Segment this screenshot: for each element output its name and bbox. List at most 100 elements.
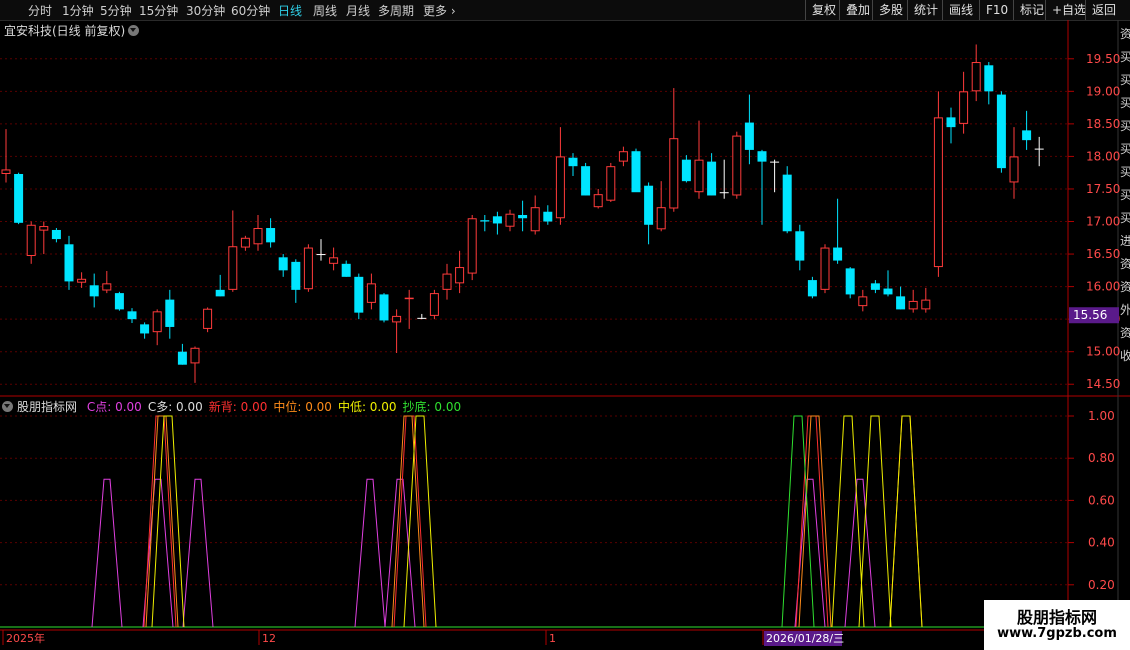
indicator-axis-label: 0.20 <box>1088 578 1115 592</box>
toolbar-button-0[interactable]: 复权 <box>805 0 836 20</box>
indicator-dropdown-icon[interactable] <box>2 401 13 412</box>
candle-body <box>1034 148 1044 150</box>
candle-body <box>644 185 654 225</box>
indicator-line-中低 <box>831 415 865 628</box>
candle-body <box>530 207 540 232</box>
candle-body <box>959 91 969 124</box>
candle-body <box>291 261 301 290</box>
period-tab-7[interactable]: 周线 <box>313 2 337 19</box>
candle-body <box>543 211 553 222</box>
indicator-value-1: C多: 0.00 <box>147 400 203 414</box>
candle-body <box>253 228 263 245</box>
dropdown-circle-icon[interactable] <box>128 25 140 36</box>
right-strip-char: 买 <box>1120 96 1130 110</box>
date-label: 1 <box>549 632 556 645</box>
period-tab-1[interactable]: 1分钟 <box>62 2 94 19</box>
candle-body <box>896 296 906 310</box>
toolbar-button-6[interactable]: 标记 <box>1013 0 1044 20</box>
candle-body <box>329 257 339 264</box>
indicator-axis-label: 0.80 <box>1088 451 1115 465</box>
right-strip-char: 资 <box>1120 27 1130 41</box>
candle-body <box>921 299 931 310</box>
indicator-line-C点 <box>91 478 123 628</box>
toolbar-button-7[interactable]: +自选 <box>1045 0 1086 20</box>
candle-body <box>656 207 666 230</box>
candle-body <box>807 280 817 297</box>
candle-body <box>833 247 843 261</box>
candle-body <box>984 65 994 92</box>
candle-body <box>417 317 427 319</box>
price-label: 18.00 <box>1086 149 1120 163</box>
right-strip-char: 资 <box>1120 280 1130 294</box>
period-tab-5[interactable]: 60分钟 <box>231 2 270 19</box>
indicator-line-抄底 <box>781 415 815 628</box>
indicator-line-C点 <box>354 478 386 628</box>
indicator-line-新背 <box>143 415 177 628</box>
candle-body <box>883 288 893 295</box>
toolbar-button-5[interactable]: F10 <box>979 0 1008 20</box>
indicator-line-中低 <box>151 415 185 628</box>
candle-body <box>606 166 616 201</box>
indicator-line-中位 <box>391 415 425 628</box>
toolbar-button-4[interactable]: 画线 <box>942 0 973 20</box>
stock-title-text: 宜安科技(日线 前复权) <box>4 24 126 38</box>
date-label: 2025年 <box>6 631 45 645</box>
right-strip-char: 买 <box>1120 142 1130 156</box>
period-tab-10[interactable]: 更多 › <box>423 2 456 19</box>
candle-body <box>240 237 250 248</box>
candlestick-chart[interactable]: 19.50 19.00 18.50 18.00 17.50 17.00 16.50 16.00… <box>0 0 1130 650</box>
candle-body <box>681 159 691 182</box>
candle-body <box>732 135 742 196</box>
right-strip-char: 买 <box>1120 211 1130 225</box>
right-strip-char: 买 <box>1120 188 1130 202</box>
right-strip-char: 资 <box>1120 326 1130 340</box>
period-tab-6[interactable]: 日线 <box>278 2 302 19</box>
candle-body <box>278 257 288 271</box>
candle-body <box>707 161 717 196</box>
indicator-legend: 股朋指标网 C点: 0.00 C多: 0.00 新背: 0.00 中位: 0.00 中低… <box>2 398 467 415</box>
candle-body <box>1022 130 1032 141</box>
candle-body <box>480 220 490 222</box>
candle-body <box>354 276 364 313</box>
candle-body <box>102 283 112 291</box>
date-label: 2026/01/28/三 <box>766 632 844 645</box>
toolbar-button-1[interactable]: 叠加 <box>839 0 870 20</box>
watermark-url: www.7gpzb.com <box>997 626 1117 641</box>
toolbar-button-3[interactable]: 统计 <box>907 0 938 20</box>
toolbar-button-8[interactable]: 返回 <box>1085 0 1116 20</box>
indicator-line-C点 <box>182 478 214 628</box>
date-cursor-box <box>764 631 842 646</box>
period-tab-3[interactable]: 15分钟 <box>139 2 178 19</box>
stock-title: 宜安科技(日线 前复权) <box>4 22 140 39</box>
candle-body <box>996 94 1006 169</box>
candle-body <box>555 156 565 219</box>
candle-body <box>152 311 162 333</box>
candle-body <box>946 117 956 128</box>
indicator-value-4: 中低: 0.00 <box>337 400 397 414</box>
indicator-line-中位 <box>798 415 832 628</box>
candle-body <box>51 229 61 240</box>
period-tab-0[interactable]: 分时 <box>28 2 52 19</box>
candle-body <box>757 151 767 162</box>
right-strip-char: 买 <box>1120 119 1130 133</box>
candle-body <box>505 213 515 227</box>
indicator-name[interactable]: 股朋指标网 <box>17 400 77 414</box>
period-tab-8[interactable]: 月线 <box>346 2 370 19</box>
right-strip-char: 收 <box>1120 349 1130 363</box>
indicator-axis-label: 1.00 <box>1088 409 1115 423</box>
candle-body <box>870 283 880 290</box>
candle-body <box>26 224 36 257</box>
price-label: 16.00 <box>1086 280 1120 294</box>
candle-body <box>77 278 87 283</box>
period-tab-9[interactable]: 多周期 <box>378 2 414 19</box>
candle-body <box>631 151 641 193</box>
indicator-line-新背 <box>393 415 427 628</box>
indicator-axis-label: 0.40 <box>1088 536 1115 550</box>
period-tab-4[interactable]: 30分钟 <box>186 2 225 19</box>
period-tab-2[interactable]: 5分钟 <box>100 2 132 19</box>
candle-body <box>669 138 679 209</box>
indicator-line-中低 <box>403 415 437 628</box>
candle-body <box>228 246 238 290</box>
toolbar-button-2[interactable]: 多股 <box>872 0 903 20</box>
indicator-value-2: 新背: 0.00 <box>208 400 268 414</box>
